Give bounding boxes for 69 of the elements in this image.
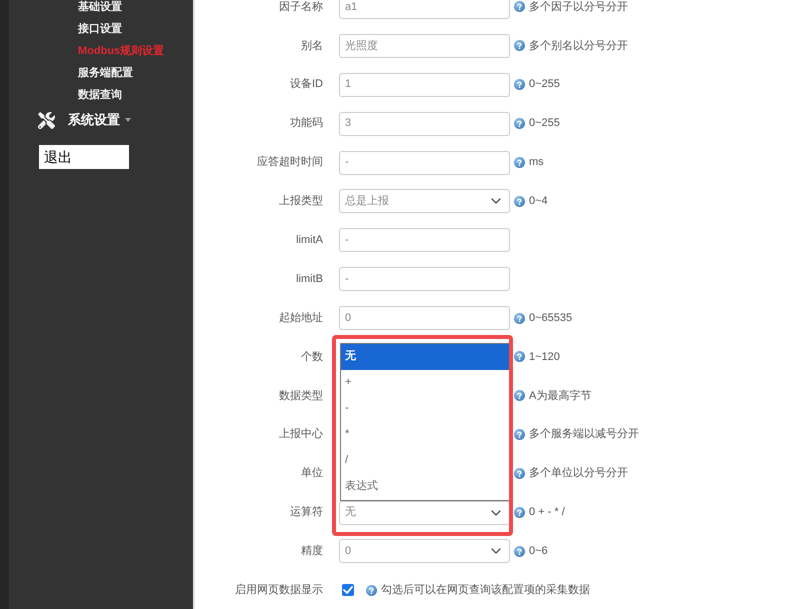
help-text: 0~255: [529, 77, 560, 92]
text-field[interactable]: -: [339, 150, 510, 174]
help-icon: [514, 390, 525, 402]
field-label: 设备ID: [289, 77, 323, 92]
chevron-down-icon: [491, 548, 501, 554]
help-icon: [514, 196, 525, 207]
text-field[interactable]: a1: [339, 0, 510, 19]
help-text: 多个因子以分号分开: [529, 0, 628, 15]
help-text: 0~4: [529, 194, 548, 210]
dropdown-option[interactable]: 无: [341, 344, 509, 370]
nav-link[interactable]: 数据查询: [9, 84, 193, 106]
help-icon: [514, 351, 525, 362]
field-label: 起始地址: [278, 310, 323, 326]
nav-link[interactable]: 基础设置: [9, 0, 193, 18]
field-label: 应答超时时间: [256, 154, 323, 170]
field-label: 上报中心: [278, 426, 323, 442]
field-label: 运算符: [289, 505, 323, 520]
chevron-down-icon: [491, 510, 501, 516]
help-icon: [514, 118, 525, 130]
select-field[interactable]: 总是上报: [339, 189, 510, 214]
chevron-down-icon: [491, 198, 501, 204]
field-label: 精度: [300, 544, 323, 560]
help-icon: [514, 429, 525, 440]
help-icon: [514, 157, 525, 168]
help-text: 0~65535: [529, 310, 572, 326]
field-label: 因子名称: [278, 0, 323, 15]
field-label: limitA: [295, 233, 323, 248]
text-field[interactable]: -: [339, 228, 510, 252]
field-label: 别名: [300, 38, 323, 54]
help-text: A为最高字节: [529, 388, 592, 404]
field-label: 上报类型: [278, 194, 323, 210]
select-field[interactable]: 无: [339, 500, 510, 525]
menu-section[interactable]: 系统设置: [9, 106, 193, 134]
help-icon: [514, 468, 525, 480]
nav-link[interactable]: 服务端配置: [9, 62, 193, 84]
text-field[interactable]: -: [339, 267, 510, 292]
text-field[interactable]: 0: [339, 306, 510, 330]
field-label: 个数: [300, 350, 323, 365]
text-field[interactable]: 光照度: [339, 34, 510, 58]
help-text: 多个单位以分号分开: [529, 466, 628, 482]
check-icon: [343, 586, 353, 594]
help-text: 勾选后可以在网页查询该配置项的采集数据: [381, 582, 590, 598]
help-text: ms: [529, 155, 544, 170]
field-label: 功能码: [289, 116, 323, 132]
help-icon: [514, 507, 525, 518]
field-label: 数据类型: [278, 388, 323, 404]
nav-link[interactable]: Modbus规则设置: [9, 40, 193, 62]
text-field[interactable]: 3: [339, 112, 510, 136]
caret-icon: [125, 118, 131, 122]
help-icon: [514, 312, 525, 324]
help-text: 0~255: [529, 116, 560, 132]
field-label: 启用网页数据显示: [234, 582, 323, 598]
nav-link[interactable]: 接口设置: [9, 18, 193, 40]
help-icon: [366, 584, 377, 596]
field-label: 单位: [300, 466, 323, 482]
help-text: 0~6: [529, 544, 548, 560]
field-label: limitB: [295, 272, 323, 287]
logout-button[interactable]: 退出: [39, 145, 129, 169]
help-icon: [514, 40, 525, 52]
help-text: 0 + - * /: [529, 505, 565, 520]
help-icon: [514, 546, 525, 557]
help-text: 多个服务端以减号分开: [529, 427, 639, 442]
tools-icon: [38, 112, 55, 128]
select-field[interactable]: 0: [339, 539, 510, 564]
help-text: 1~120: [529, 350, 560, 365]
checkbox[interactable]: [342, 584, 354, 596]
help-icon: [514, 79, 525, 90]
help-text: 多个别名以分号分开: [529, 38, 628, 54]
text-field[interactable]: 1: [339, 72, 510, 97]
